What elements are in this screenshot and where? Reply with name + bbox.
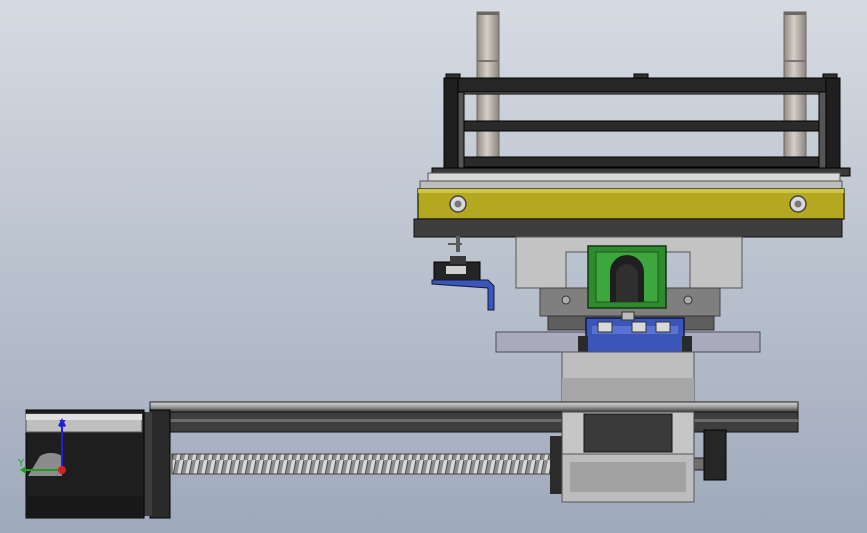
carriage-column[interactable] (561, 351, 695, 405)
triad-x-dot (58, 466, 66, 474)
stepper-motor[interactable] (25, 409, 145, 519)
top-plate[interactable] (419, 172, 843, 190)
motor-mount[interactable] (142, 409, 171, 519)
triad-y-label: Y (17, 458, 25, 469)
screw-carriage[interactable] (561, 411, 695, 503)
triad-z-label: Z (59, 419, 66, 430)
linear-rail[interactable] (149, 401, 799, 433)
frame-cage[interactable] (431, 73, 851, 177)
end-support[interactable] (703, 429, 727, 481)
green-clamp[interactable] (587, 245, 667, 309)
cad-viewport[interactable]: Z Y (0, 0, 867, 533)
yellow-carriage-plate[interactable] (417, 188, 845, 220)
cad-scene: Z Y (0, 0, 867, 533)
lower-plate[interactable] (413, 218, 843, 238)
